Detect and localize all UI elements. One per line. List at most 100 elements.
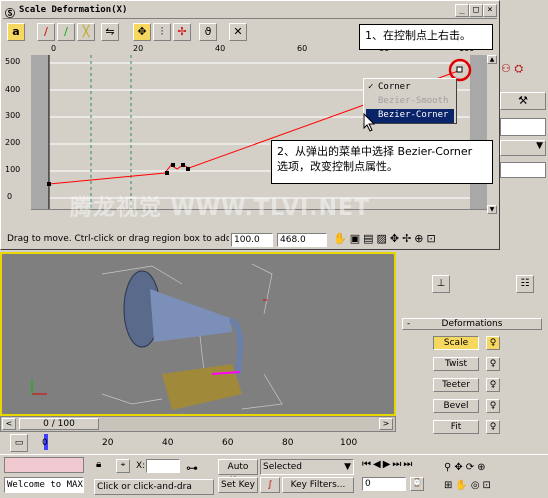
control-point[interactable]	[47, 182, 51, 186]
maximize-button[interactable]: □	[469, 4, 483, 17]
lock-icon[interactable]: 🔒︎	[96, 459, 108, 473]
callout-step1: 1、在控制点上右击。	[359, 24, 493, 50]
selected-control-point[interactable]	[456, 66, 463, 73]
selection-set-value: Selected	[263, 462, 303, 472]
make-symmetrical-icon[interactable]: a	[7, 23, 25, 41]
max-logo-icon: Ⓢ	[5, 9, 15, 20]
prev-frame-button[interactable]: <	[2, 418, 16, 430]
scale-button[interactable]: Scale	[433, 336, 479, 350]
absolute-mode-icon[interactable]: ⌖	[116, 459, 130, 473]
callout-step2: 2、从弹出的菜单中选择 Bezier-Corner 选项，改变控制点属性。	[271, 140, 493, 184]
display-x-axis-icon[interactable]: ∕	[37, 23, 55, 41]
fit-button[interactable]: Fit	[433, 420, 479, 434]
ruler-tick: 40	[215, 44, 226, 53]
minimize-button[interactable]: _	[455, 4, 469, 17]
y-tick: 400	[5, 85, 21, 94]
bevel-lightbulb-icon[interactable]: ♀	[486, 399, 500, 413]
dialog-status-bar: Drag to move. Ctrl-click or drag region …	[3, 232, 497, 248]
menu-item-bezier-corner[interactable]: Bezier-Corner	[366, 109, 454, 123]
set-key-button[interactable]: Set Key	[218, 477, 258, 493]
modify-tab-icons[interactable]: ⚇ ⛭	[501, 62, 547, 78]
move-control-point-icon[interactable]: ✥	[133, 23, 151, 41]
x-label: X:	[136, 461, 146, 471]
deformations-rollout-header[interactable]: - Deformations	[402, 318, 542, 330]
dialog-prompt: Drag to move. Ctrl-click or drag region …	[7, 234, 229, 244]
bevel-button[interactable]: Bevel	[433, 399, 479, 413]
fit-lightbulb-icon[interactable]: ♀	[486, 420, 500, 434]
scale-lightbulb-icon[interactable]: ♀	[486, 336, 500, 350]
y-value-field[interactable]: 468.0	[277, 233, 327, 247]
display-xy-axis-icon[interactable]: ╳	[77, 23, 95, 41]
scroll-up-icon[interactable]: ▲	[487, 55, 497, 64]
ruler-tick: 20	[133, 44, 144, 53]
control-point[interactable]	[186, 167, 190, 171]
gramophone-scene	[31, 263, 283, 410]
maxscript-listener-top[interactable]	[4, 457, 84, 473]
viewport-navigation-controls[interactable]: ⚲✥⟳⊕ ⊞✋◎⊡	[444, 459, 544, 495]
y-tick: 100	[5, 165, 21, 174]
display-y-axis-icon[interactable]: ∕	[57, 23, 75, 41]
frame-counter[interactable]: 0 / 100	[19, 418, 99, 430]
modifier-list-dropdown[interactable]: ▼	[500, 140, 546, 156]
twist-button[interactable]: Twist	[433, 357, 479, 371]
control-point[interactable]	[165, 171, 169, 175]
y-tick: 500	[5, 57, 21, 66]
ruler-tick: 0	[51, 44, 57, 53]
watermark: 腾龙视觉 WWW.TLVI.NET	[70, 196, 371, 221]
maxscript-listener[interactable]: Welcome to MAX	[4, 477, 84, 493]
auto-key-button[interactable]: Auto Key	[218, 459, 258, 486]
x-coordinate-field[interactable]	[146, 459, 180, 473]
right-margin-band	[470, 55, 487, 209]
teeter-lightbulb-icon[interactable]: ♀	[486, 378, 500, 392]
dialog-title: Scale Deformation(X)	[19, 5, 128, 15]
twist-lightbulb-icon[interactable]: ♀	[486, 357, 500, 371]
prompt-line: Click or click-and-dra	[94, 479, 214, 495]
menu-item-bezier-smooth[interactable]: Bezier-Smooth	[366, 95, 454, 109]
y-tick: 0	[7, 192, 13, 201]
control-point[interactable]	[181, 163, 185, 167]
color-swatch[interactable]	[500, 118, 546, 136]
ruler-tick: 60	[297, 44, 308, 53]
rollout-title: Deformations	[441, 319, 503, 329]
key-icon: ⊶	[186, 461, 198, 475]
x-value-field[interactable]: 100.0	[231, 233, 273, 247]
modifier-stack[interactable]	[500, 162, 546, 178]
next-frame-button[interactable]: >	[379, 418, 393, 430]
insert-corner-point-icon[interactable]: ✢	[173, 23, 191, 41]
track-mini-curve-icon[interactable]: ▭	[10, 434, 28, 452]
pin-stack-icon[interactable]: ⊥	[432, 275, 450, 293]
selection-set-dropdown[interactable]: Selected ▼	[260, 459, 354, 475]
callout-step2-line2: 选项，改变控制点属性。	[277, 160, 398, 173]
swap-curves-icon[interactable]: ⇋	[101, 23, 119, 41]
control-point[interactable]	[171, 163, 175, 167]
track-bar[interactable]: ▭ 0 20 40 60 80 100	[0, 432, 396, 454]
callout-step2-line1: 2、从弹出的菜单中选择 Bezier-Corner	[277, 145, 473, 158]
playback-controls[interactable]: ⏮◀▶⏭⏭	[362, 459, 442, 473]
status-bar: Welcome to MAX 🔒︎ ⌖ X: Click or click-an…	[0, 454, 548, 498]
teeter-button[interactable]: Teeter	[433, 378, 479, 392]
delete-control-point-icon[interactable]: ϑ	[199, 23, 217, 41]
scroll-down-icon[interactable]: ▼	[487, 205, 497, 214]
vertical-scrollbar[interactable]: ▲ ▼	[487, 55, 497, 215]
curve-y-axis: 500 400 300 200 100 0	[3, 55, 31, 209]
hammer-icon[interactable]: ⚒	[500, 92, 546, 110]
menu-item-corner[interactable]: ✓ Corner	[366, 81, 454, 95]
current-frame-field[interactable]: 0	[362, 477, 406, 491]
mouse-cursor-icon	[363, 113, 376, 132]
key-filters-button[interactable]: Key Filters...	[282, 477, 354, 493]
chevron-down-icon: ▼	[344, 462, 351, 472]
time-slider[interactable]: < 0 / 100 >	[0, 416, 396, 432]
dialog-titlebar[interactable]: Ⓢ Scale Deformation(X) _ □ ×	[3, 3, 497, 20]
checkmark-icon: ✓	[368, 82, 374, 92]
key-mode-icon[interactable]: ∫	[260, 477, 280, 493]
control-point-context-menu: ✓ Corner Bezier-Smooth Bezier-Corner	[363, 78, 457, 124]
reset-curve-icon[interactable]: ✕	[229, 23, 247, 41]
scale-control-point-icon[interactable]: ⫶	[153, 23, 171, 41]
perspective-viewport[interactable]	[0, 252, 396, 416]
left-margin-band	[31, 55, 49, 209]
y-tick: 200	[5, 138, 21, 147]
configure-sets-icon[interactable]: ☷	[516, 275, 534, 293]
time-config-icon[interactable]: ⌚	[410, 477, 424, 491]
close-button[interactable]: ×	[483, 4, 497, 17]
graph-nav-tools[interactable]: ✋▣▤▨✥✢⊕⊡	[333, 232, 493, 248]
